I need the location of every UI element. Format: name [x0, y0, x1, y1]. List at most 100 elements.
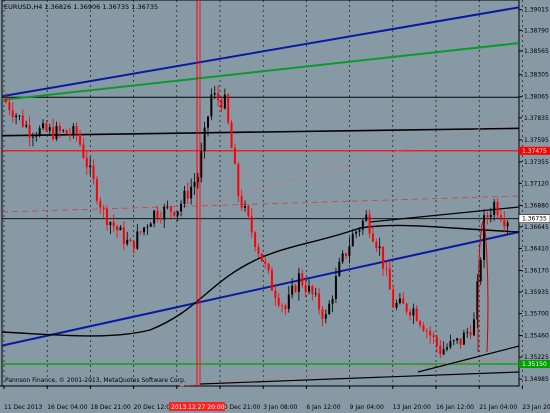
time-tick-label: 6 Jan 12:00 — [306, 404, 340, 411]
candle-bull — [456, 338, 459, 341]
candle-bear — [106, 208, 108, 226]
candle-bear — [250, 216, 253, 233]
candle-bull — [378, 246, 381, 249]
drawings-over-layer: 1.36735 1.37475 1.35150 — [196, 0, 550, 386]
candle-bear — [11, 110, 14, 118]
candle-bear — [79, 133, 82, 145]
candle-bear — [257, 247, 260, 254]
candle-bull — [308, 285, 310, 292]
candle-bear — [270, 270, 273, 291]
candle-bear — [217, 93, 220, 100]
moving-average — [1, 224, 520, 337]
candle-bear — [415, 308, 418, 321]
candle-bear — [159, 218, 162, 220]
candle-bear — [65, 130, 68, 134]
candle-bull — [489, 215, 492, 218]
price-tick-label: 1.39015 — [524, 7, 549, 14]
candle-bull — [324, 314, 327, 319]
candle-bull — [341, 253, 344, 262]
candle-bear — [385, 268, 388, 270]
candle-bull — [149, 223, 152, 227]
candle-bull — [506, 222, 509, 227]
channel-bottom — [199, 371, 520, 385]
candle-bull — [126, 239, 129, 244]
candle-bull — [452, 340, 455, 342]
candle-bull — [244, 205, 247, 208]
candle-bull — [31, 136, 34, 138]
candle-bear — [345, 253, 348, 256]
green-level-text: 1.35150 — [522, 361, 547, 368]
candle-bear — [432, 335, 435, 338]
time-tick-label: 16 Dec 04:00 — [47, 404, 88, 411]
time-highlight-text: 2013.12.27 20:00 — [171, 404, 225, 411]
candle-bear — [122, 227, 125, 244]
candle-bear — [264, 261, 267, 264]
candle-bear — [156, 210, 159, 219]
candle-bull — [180, 203, 183, 212]
candle-bull — [365, 214, 368, 221]
candle-bear — [75, 126, 78, 134]
price-tick-label: 1.38305 — [524, 72, 549, 79]
candle-bull — [143, 227, 146, 233]
candle-bull — [395, 303, 398, 308]
candle-bull — [203, 127, 206, 152]
candle-bear — [220, 99, 223, 109]
chart-window[interactable]: 1.36735 1.37475 1.35150 1.39015 1.38790 1.38… — [0, 0, 550, 413]
candle-bull — [210, 94, 213, 117]
candle-bull — [355, 231, 358, 234]
candle-bear — [230, 122, 233, 149]
candle-bear — [284, 305, 287, 310]
time-tick-label: 23 Jan 20:00 — [522, 404, 550, 411]
candle-bear — [435, 337, 438, 346]
price-tick-label: 1.38790 — [524, 27, 549, 34]
candle-bear — [58, 125, 61, 131]
price-chart[interactable]: 1.36735 1.37475 1.35150 1.39015 1.38790 1.38… — [0, 0, 550, 413]
candle-bull — [62, 130, 65, 132]
candle-bear — [274, 290, 277, 298]
candle-bear — [68, 133, 71, 135]
candle-bull — [193, 182, 196, 187]
candle-bull — [42, 123, 45, 129]
candle-bear — [227, 94, 230, 123]
candle-bull — [466, 331, 469, 333]
candle-bull — [119, 227, 122, 231]
candle-bull — [398, 298, 401, 304]
price-tick-label: 1.38565 — [524, 48, 549, 55]
candle-bull — [338, 261, 341, 277]
copyright-text: Pannson Finance, © 2001-2013, MetaQuotes… — [5, 377, 186, 384]
candle-bear — [260, 253, 263, 262]
price-tick-label: 1.37595 — [524, 137, 549, 144]
candle-bull — [314, 293, 317, 295]
trendline-blue — [1, 230, 520, 347]
candle-bear — [85, 157, 88, 168]
candle-bear — [8, 102, 11, 111]
candle-bear — [267, 263, 270, 271]
candle-bull — [348, 246, 351, 256]
candle-bear — [419, 320, 422, 326]
candle-bear — [45, 123, 48, 131]
price-tick-label: 1.37835 — [524, 115, 549, 122]
time-tick-label: 11 Dec 2013 — [4, 404, 43, 411]
candle-bull — [462, 332, 465, 345]
candle-bear — [503, 220, 506, 227]
candle-bear — [304, 285, 307, 292]
candle-bull — [449, 341, 452, 348]
candle-bear — [169, 206, 172, 212]
candle-bear — [469, 331, 472, 336]
candle-bear — [247, 205, 250, 217]
candle-bull — [297, 273, 300, 292]
candle-bear — [102, 207, 105, 209]
candle-bear — [318, 293, 321, 310]
candle-bear — [496, 202, 499, 216]
candle-bear — [301, 273, 304, 286]
price-tick-label: 1.36410 — [524, 245, 549, 252]
candle-bull — [146, 226, 149, 228]
time-tick-label: 3 Jan 08:00 — [263, 404, 297, 411]
candle-bear — [405, 303, 408, 312]
candle-bear — [311, 285, 314, 294]
time-tick-label: 16 Jan 12:00 — [436, 404, 474, 411]
candle-bear — [5, 98, 7, 103]
candle-bull — [287, 294, 290, 310]
chart-title: EURUSD,H4 1.36826 1.36906 1.36735 1.3673… — [4, 3, 158, 11]
candle-bull — [358, 229, 361, 232]
